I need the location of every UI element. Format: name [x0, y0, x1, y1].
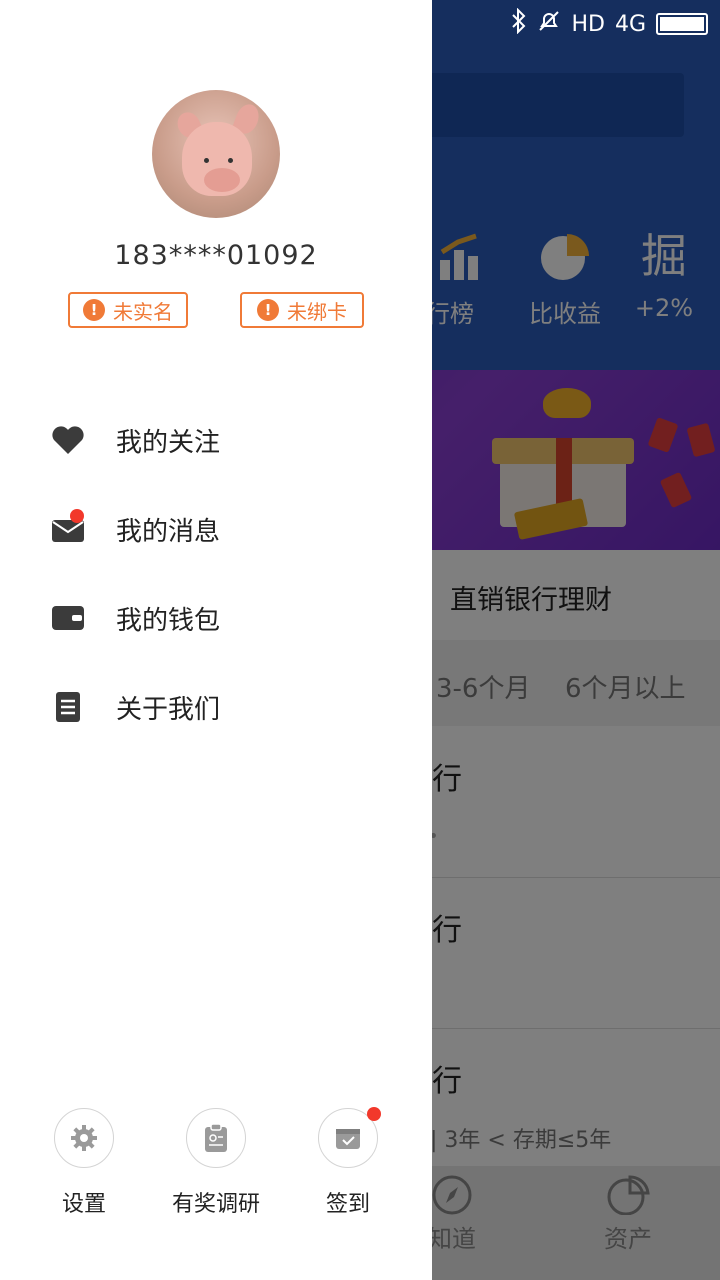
- avatar-graphic: [228, 158, 233, 163]
- battery-icon: [656, 13, 708, 35]
- checkin-button[interactable]: 签到: [298, 1107, 398, 1218]
- menu-item-messages[interactable]: 我的消息: [0, 499, 432, 559]
- unread-dot: [70, 509, 84, 523]
- mute-icon: [537, 9, 561, 39]
- menu-label: 关于我们: [116, 694, 221, 725]
- menu-item-about[interactable]: 关于我们: [0, 677, 432, 737]
- wallet-icon: [50, 600, 86, 636]
- survey-circle: [186, 1108, 246, 1168]
- avatar-graphic: [204, 168, 240, 192]
- status-bar: HD 4G: [511, 7, 708, 40]
- avatar[interactable]: [152, 90, 280, 218]
- menu-label: 我的关注: [116, 427, 221, 458]
- checkin-dot: [367, 1107, 381, 1121]
- gear-icon: [71, 1125, 97, 1151]
- menu-label: 我的消息: [116, 516, 221, 547]
- survey-label: 有奖调研: [171, 1192, 260, 1217]
- warning-icon: !: [257, 299, 279, 321]
- bind-card-badge[interactable]: ! 未绑卡: [240, 292, 364, 328]
- badge-label: 未绑卡: [287, 299, 347, 324]
- checkin-label: 签到: [325, 1192, 370, 1217]
- bluetooth-icon: [511, 7, 527, 40]
- menu-item-wallet[interactable]: 我的钱包: [0, 588, 432, 648]
- menu-item-favorites[interactable]: 我的关注: [0, 410, 432, 470]
- badge-label: 未实名: [113, 299, 173, 324]
- settings-circle: [54, 1108, 114, 1168]
- menu-label: 我的钱包: [116, 605, 221, 636]
- avatar-graphic: [204, 158, 209, 163]
- real-name-badge[interactable]: ! 未实名: [68, 292, 188, 328]
- heart-icon: [50, 422, 86, 458]
- network-indicator: 4G: [614, 11, 646, 37]
- settings-label: 设置: [61, 1192, 106, 1217]
- phone-number: 183****01092: [114, 240, 318, 271]
- calendar-check-icon: [336, 1129, 360, 1149]
- survey-button[interactable]: 有奖调研: [166, 1108, 266, 1218]
- clipboard-icon: [205, 1123, 227, 1152]
- settings-button[interactable]: 设置: [34, 1108, 134, 1218]
- side-drawer: 183****01092 ! 未实名 ! 未绑卡 我的关注 我的消息 我的钱包 …: [0, 0, 432, 1280]
- hd-indicator: HD: [571, 11, 605, 37]
- checkin-circle: [318, 1107, 381, 1168]
- document-icon: [50, 689, 86, 725]
- warning-icon: !: [83, 299, 105, 321]
